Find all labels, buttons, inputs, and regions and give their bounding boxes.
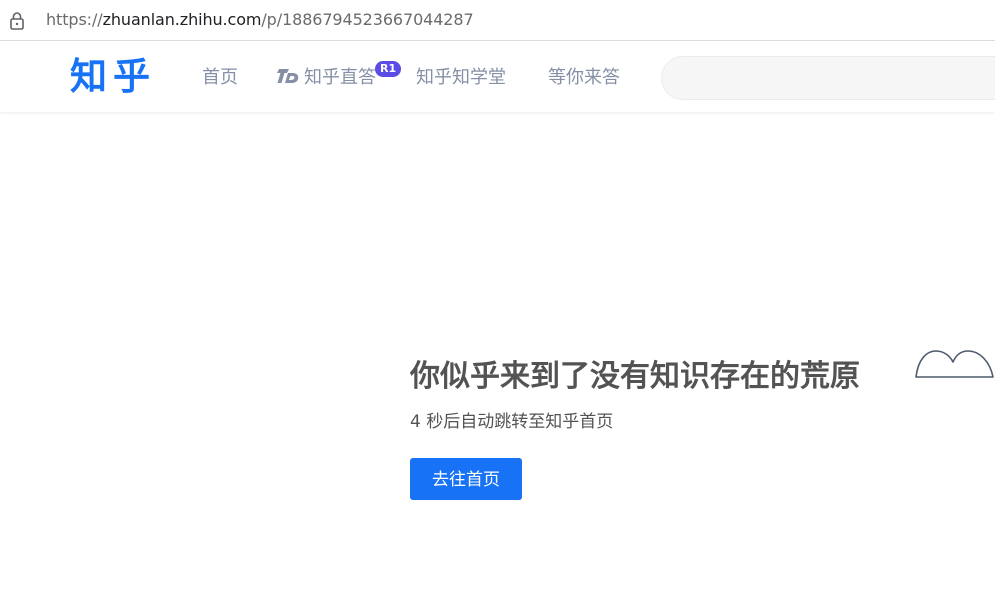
zhida-logo-icon [277, 69, 299, 83]
nav-zhixuetang[interactable]: 知乎知学堂 [416, 65, 506, 91]
lock-icon[interactable] [8, 11, 26, 31]
countdown-text: 秒后自动跳转至知乎首页 [426, 412, 614, 432]
go-home-button[interactable]: 去往首页 [410, 458, 522, 500]
url-field[interactable]: https://zhuanlan.zhihu.com/p/18867945236… [46, 9, 474, 31]
url-host: zhuanlan.zhihu.com [102, 10, 262, 29]
browser-address-bar: https://zhuanlan.zhihu.com/p/18867945236… [0, 0, 995, 41]
url-scheme: https:// [46, 10, 103, 29]
cloud-icon [915, 350, 994, 378]
error-title: 你似乎来到了没有知识存在的荒原 [410, 359, 860, 394]
zhihu-logo[interactable]: 知乎 [70, 53, 156, 101]
url-path: /p/1886794523667044287 [261, 10, 474, 29]
nav-home[interactable]: 首页 [202, 65, 238, 91]
search-input[interactable] [661, 56, 995, 100]
countdown-seconds: 4 [410, 412, 421, 432]
redirect-countdown: 4 秒后自动跳转至知乎首页 [410, 410, 613, 434]
nav-waiting-for-answers[interactable]: 等你来答 [548, 65, 620, 91]
nav-zhida-badge: R1 [375, 61, 402, 77]
site-header: 知乎 首页 知乎直答 R1 知乎知学堂 等你来答 [0, 45, 995, 112]
nav-zhida-label: 知乎直答 [304, 67, 376, 88]
nav-zhida[interactable]: 知乎直答 [276, 65, 376, 91]
